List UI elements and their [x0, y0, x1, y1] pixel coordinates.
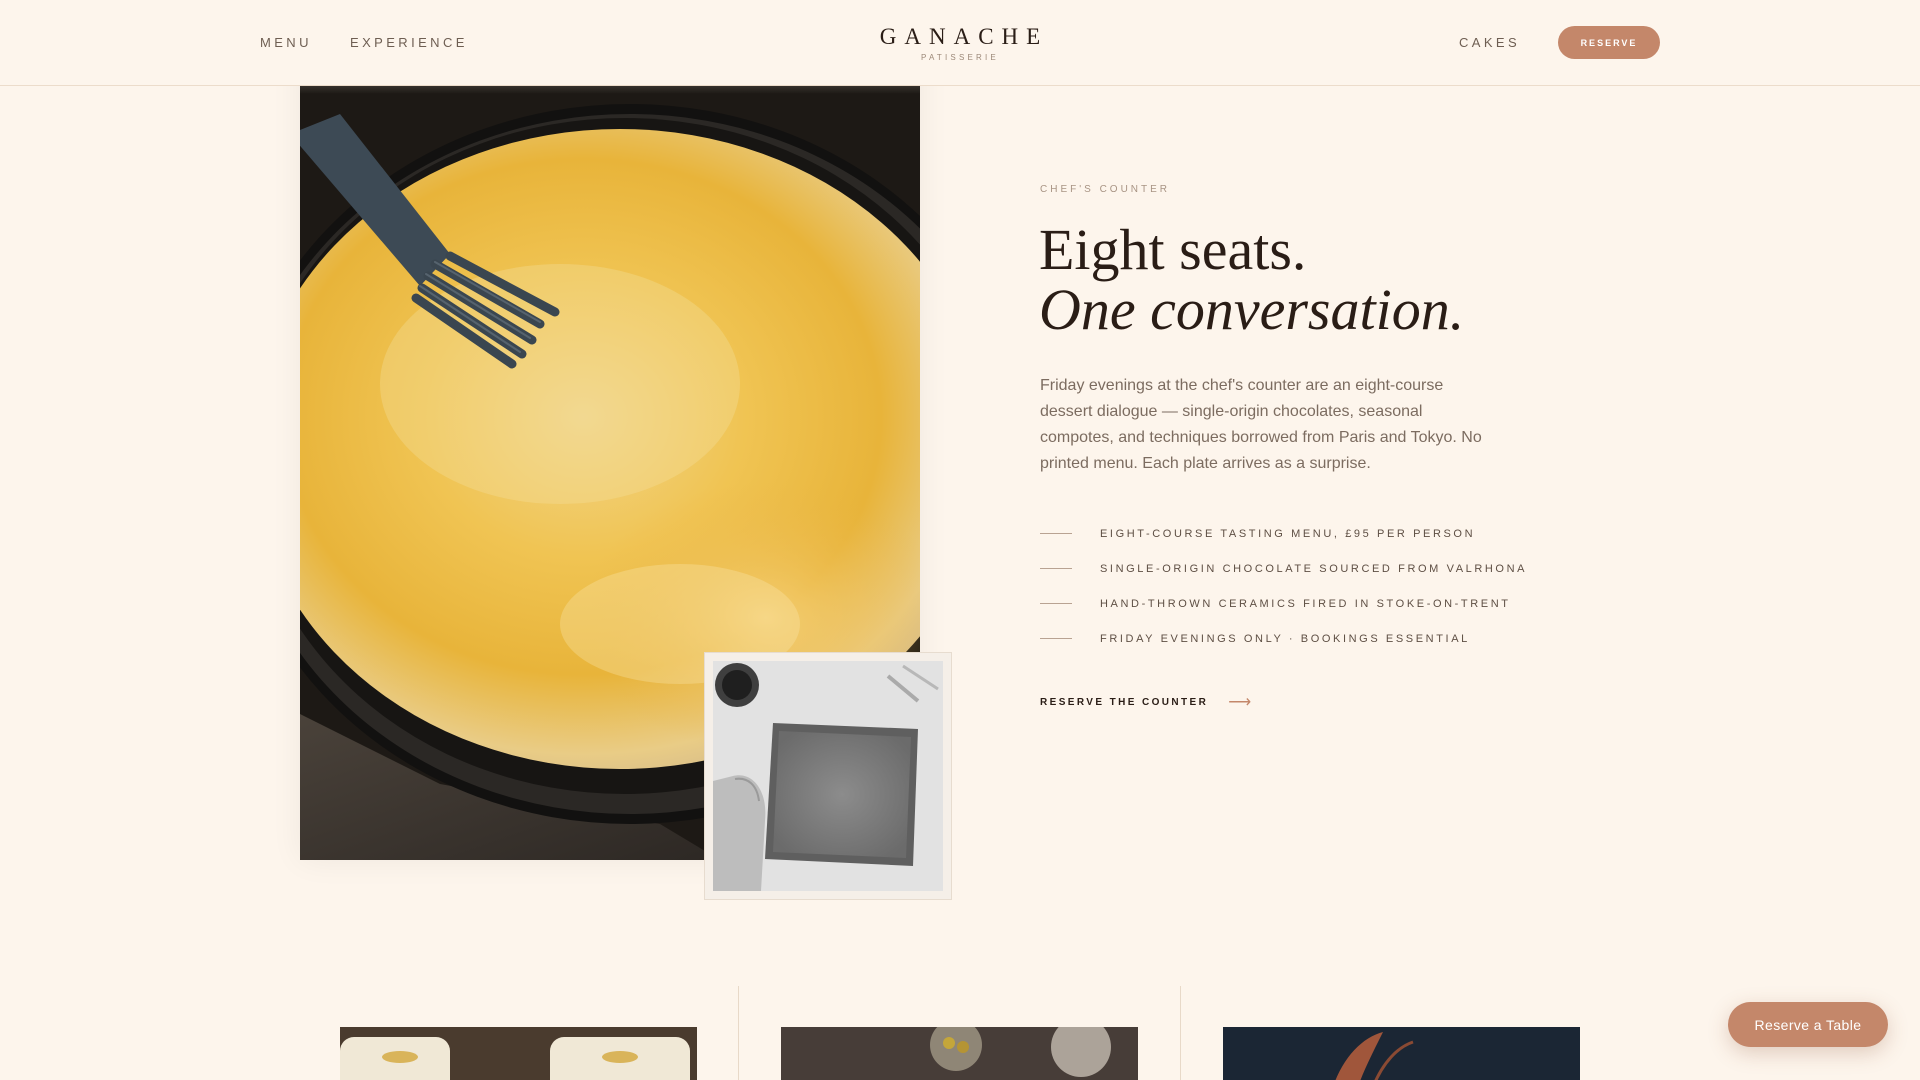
dash-divider: [1040, 533, 1072, 534]
headline-line-2: One conversation.: [1039, 277, 1465, 342]
nav-reserve-button[interactable]: RESERVE: [1558, 26, 1660, 59]
dessert-card-image[interactable]: [1223, 1027, 1580, 1080]
reserve-counter-link[interactable]: RESERVE THE COUNTER ⟶: [1040, 692, 1254, 712]
column-divider: [1180, 986, 1181, 1080]
arrow-right-icon: ⟶: [1228, 694, 1254, 711]
reserve-table-button[interactable]: Reserve a Table: [1728, 1002, 1888, 1047]
brand-name: GANACHE: [879, 24, 1049, 49]
dash-divider: [1040, 638, 1072, 639]
dash-divider: [1040, 568, 1072, 569]
brand-logo[interactable]: GANACHE PATISSERIE: [872, 24, 1048, 62]
top-navigation: MENU EXPERIENCE GANACHE PATISSERIE CAKES…: [0, 0, 1920, 86]
headline-line-1: Eight seats.: [1039, 217, 1307, 282]
list-item: FRIDAY EVENINGS ONLY · BOOKINGS ESSENTIA…: [1040, 621, 1527, 656]
feature-text: SINGLE-ORIGIN CHOCOLATE SOURCED FROM VAL…: [1100, 562, 1528, 575]
column-divider: [738, 986, 739, 1080]
feature-list: EIGHT-COURSE TASTING MENU, £95 PER PERSO…: [1040, 516, 1527, 656]
intro-paragraph: Friday evenings at the chef's counter ar…: [1040, 377, 1482, 472]
reserve-counter-label: RESERVE THE COUNTER: [1040, 696, 1209, 708]
nav-menu-link[interactable]: MENU: [260, 35, 312, 50]
feature-text: HAND-THROWN CERAMICS FIRED IN STOKE-ON-T…: [1100, 597, 1511, 610]
feature-text: FRIDAY EVENINGS ONLY · BOOKINGS ESSENTIA…: [1100, 632, 1470, 645]
page-title: Eight seats. One conversation.: [1039, 220, 1464, 340]
nav-cakes-link[interactable]: CAKES: [1459, 35, 1520, 50]
dessert-card-image[interactable]: [340, 1027, 697, 1080]
dash-divider: [1040, 603, 1072, 604]
nav-experience-link[interactable]: EXPERIENCE: [350, 35, 468, 50]
list-item: SINGLE-ORIGIN CHOCOLATE SOURCED FROM VAL…: [1040, 551, 1527, 586]
feature-text: EIGHT-COURSE TASTING MENU, £95 PER PERSO…: [1100, 527, 1476, 540]
dessert-card-image[interactable]: [781, 1027, 1138, 1080]
section-eyebrow: CHEF'S COUNTER: [1040, 184, 1171, 195]
list-item: EIGHT-COURSE TASTING MENU, £95 PER PERSO…: [1040, 516, 1527, 551]
list-item: HAND-THROWN CERAMICS FIRED IN STOKE-ON-T…: [1040, 586, 1527, 621]
brand-subtitle: PATISSERIE: [921, 53, 999, 62]
inset-tray-photo: [704, 652, 952, 900]
